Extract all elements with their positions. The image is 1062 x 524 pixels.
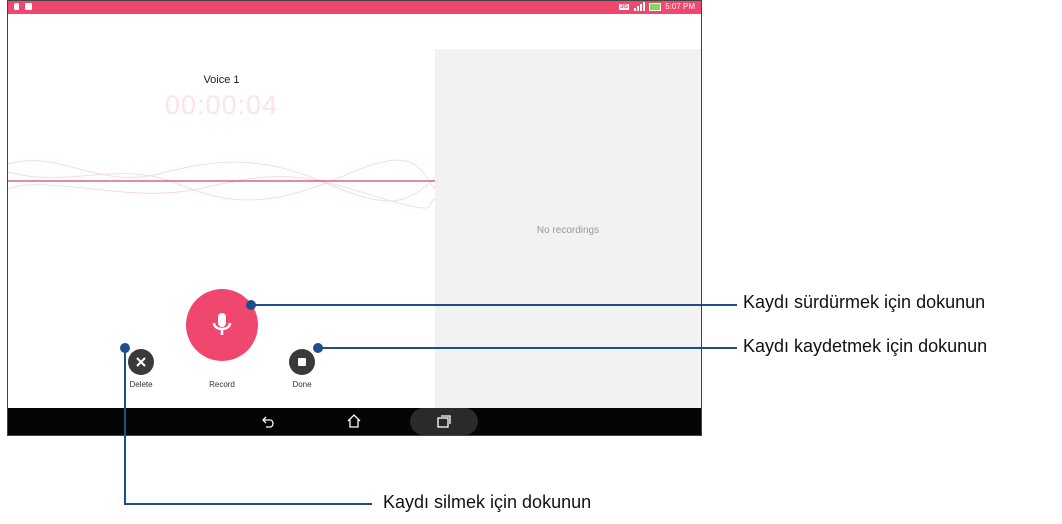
- microphone-status-icon: [14, 3, 19, 10]
- microphone-icon: [212, 313, 232, 335]
- delete-label: Delete: [129, 380, 153, 389]
- done-callout-line: [318, 347, 737, 349]
- done-button[interactable]: [289, 349, 315, 375]
- done-label: Done: [292, 380, 312, 389]
- battery-charging-icon: [649, 2, 662, 11]
- close-icon: [136, 357, 146, 367]
- tablet-screen: 3G 5:07 PM Voice 1 00:00:04 Delete Recor…: [7, 0, 702, 436]
- recordings-list-panel: No recordings: [435, 49, 701, 408]
- delete-button[interactable]: [128, 349, 154, 375]
- record-callout-line: [251, 304, 737, 306]
- record-callout-text: Kaydı sürdürmek için dokunun: [743, 292, 986, 312]
- done-callout-text: Kaydı kaydetmek için dokunun: [743, 336, 988, 356]
- delete-callout-vertical-line: [124, 347, 126, 504]
- waveform-visualizer: [8, 159, 435, 209]
- delete-callout-horizontal-line: [124, 503, 372, 505]
- record-button[interactable]: [186, 289, 258, 361]
- empty-state-text: No recordings: [536, 225, 600, 236]
- home-icon[interactable]: [346, 413, 362, 429]
- recent-apps-icon: [437, 415, 451, 428]
- navigation-bar: [8, 408, 701, 435]
- recent-apps-button[interactable]: [410, 408, 478, 435]
- record-label: Record: [209, 380, 235, 389]
- delete-callout-text: Kaydı silmek için dokunun: [383, 492, 592, 512]
- status-time: 5:07 PM: [665, 2, 695, 11]
- back-icon[interactable]: [260, 414, 276, 430]
- network-type-badge: 3G: [619, 3, 630, 10]
- status-bar: 3G 5:07 PM: [8, 1, 701, 14]
- signal-icon: [634, 2, 646, 11]
- image-notification-icon: [25, 3, 32, 10]
- elapsed-timer: 00:00:04: [164, 90, 279, 120]
- recording-title: Voice 1: [203, 74, 240, 86]
- stop-icon: [298, 358, 306, 366]
